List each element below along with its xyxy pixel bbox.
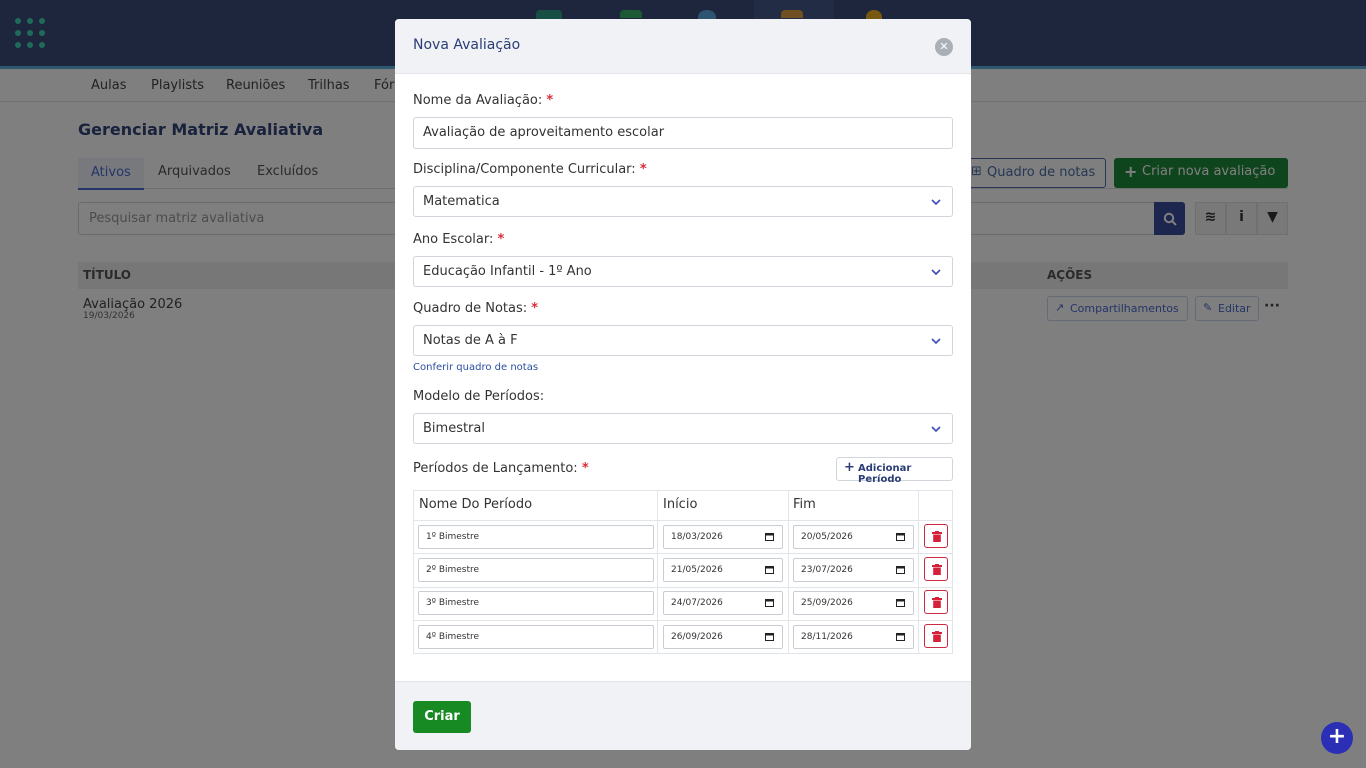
column-end: Fim: [793, 497, 816, 512]
period-start-value: 24/07/2026: [671, 598, 723, 608]
subject-select[interactable]: Matematica: [413, 186, 953, 217]
trash-icon: [932, 631, 942, 642]
modal-header: Nova Avaliação ✕: [395, 19, 971, 74]
subject-label: Disciplina/Componente Curricular: *: [413, 162, 647, 177]
modal-title: Nova Avaliação: [413, 37, 521, 53]
period-end-input[interactable]: 23/07/2026: [793, 558, 914, 582]
year-label-text: Ano Escolar:: [413, 232, 494, 247]
calendar-icon[interactable]: [896, 632, 905, 641]
plus-icon: +: [844, 460, 855, 475]
period-end-value: 23/07/2026: [801, 565, 853, 575]
period-end-value: 20/05/2026: [801, 532, 853, 542]
period-name-input[interactable]: 4º Bimestre: [418, 625, 654, 649]
add-period-button[interactable]: + Adicionar Período: [836, 457, 953, 485]
period-end-input[interactable]: 28/11/2026: [793, 625, 914, 649]
subject-select-value: Matematica: [423, 194, 500, 209]
name-label-text: Nome da Avaliação:: [413, 93, 543, 108]
period-name-input[interactable]: 3º Bimestre: [418, 591, 654, 615]
subject-label-text: Disciplina/Componente Curricular:: [413, 162, 636, 177]
chevron-down-icon: [931, 199, 941, 206]
row-divider: [414, 620, 952, 621]
period-end-value: 25/09/2026: [801, 598, 853, 608]
column-start: Início: [663, 497, 698, 512]
period-start-input[interactable]: 21/05/2026: [663, 558, 783, 582]
delete-period-button[interactable]: [924, 557, 948, 581]
trash-icon: [932, 564, 942, 575]
calendar-icon[interactable]: [765, 565, 774, 574]
trash-icon: [932, 597, 942, 608]
periods-table: Nome Do Período Início Fim 1º Bimestre 1…: [413, 490, 953, 654]
column-period-name: Nome Do Período: [419, 497, 533, 512]
grades-label: Quadro de Notas: *: [413, 301, 538, 316]
chevron-down-icon: [931, 338, 941, 345]
year-select[interactable]: Educação Infantil - 1º Ano: [413, 256, 953, 287]
period-model-select-value: Bimestral: [423, 421, 485, 436]
delete-period-button[interactable]: [924, 590, 948, 614]
calendar-icon[interactable]: [896, 532, 905, 541]
period-end-input[interactable]: 25/09/2026: [793, 591, 914, 615]
period-name-input[interactable]: 2º Bimestre: [418, 558, 654, 582]
modal-footer: Criar: [395, 681, 971, 750]
period-start-value: 21/05/2026: [671, 565, 723, 575]
calendar-icon[interactable]: [896, 598, 905, 607]
add-period-label: Adicionar Período: [858, 463, 912, 485]
name-input[interactable]: Avaliação de aproveitamento escolar: [413, 117, 953, 149]
period-name-input[interactable]: 1º Bimestre: [418, 525, 654, 549]
floating-add-button[interactable]: +: [1321, 722, 1353, 754]
period-end-input[interactable]: 20/05/2026: [793, 525, 914, 549]
required-mark: *: [639, 162, 647, 177]
header-divider: [414, 520, 952, 521]
row-divider: [414, 553, 952, 554]
calendar-icon[interactable]: [896, 565, 905, 574]
column-divider: [657, 491, 658, 653]
period-start-input[interactable]: 18/03/2026: [663, 525, 783, 549]
required-mark: *: [531, 301, 539, 316]
required-mark: *: [497, 232, 505, 247]
periods-label: Períodos de Lançamento: *: [413, 461, 589, 476]
check-grades-link[interactable]: Conferir quadro de notas: [413, 362, 538, 373]
grades-label-text: Quadro de Notas:: [413, 301, 528, 316]
period-start-input[interactable]: 26/09/2026: [663, 625, 783, 649]
plus-icon: +: [1327, 724, 1347, 749]
year-select-value: Educação Infantil - 1º Ano: [423, 264, 592, 279]
chevron-down-icon: [931, 269, 941, 276]
trash-icon: [932, 531, 942, 542]
calendar-icon[interactable]: [765, 598, 774, 607]
periods-label-text: Períodos de Lançamento:: [413, 461, 578, 476]
row-divider: [414, 587, 952, 588]
period-start-value: 26/09/2026: [671, 632, 723, 642]
calendar-icon[interactable]: [765, 532, 774, 541]
chevron-down-icon: [931, 426, 941, 433]
grades-select[interactable]: Notas de A à F: [413, 325, 953, 356]
new-assessment-modal: Nova Avaliação ✕ Nome da Avaliação: * Av…: [395, 19, 971, 750]
year-label: Ano Escolar: *: [413, 232, 504, 247]
required-mark: *: [546, 93, 554, 108]
delete-period-button[interactable]: [924, 524, 948, 548]
period-start-input[interactable]: 24/07/2026: [663, 591, 783, 615]
delete-period-button[interactable]: [924, 624, 948, 648]
period-end-value: 28/11/2026: [801, 632, 853, 642]
name-label: Nome da Avaliação: *: [413, 93, 553, 108]
period-start-value: 18/03/2026: [671, 532, 723, 542]
close-icon: ✕: [939, 40, 949, 53]
create-button[interactable]: Criar: [413, 701, 471, 733]
period-model-select[interactable]: Bimestral: [413, 413, 953, 444]
column-divider: [918, 491, 919, 653]
period-model-label: Modelo de Períodos:: [413, 389, 545, 404]
grades-select-value: Notas de A à F: [423, 333, 518, 348]
required-mark: *: [581, 461, 589, 476]
column-divider: [788, 491, 789, 653]
calendar-icon[interactable]: [765, 632, 774, 641]
close-button[interactable]: ✕: [935, 38, 953, 56]
